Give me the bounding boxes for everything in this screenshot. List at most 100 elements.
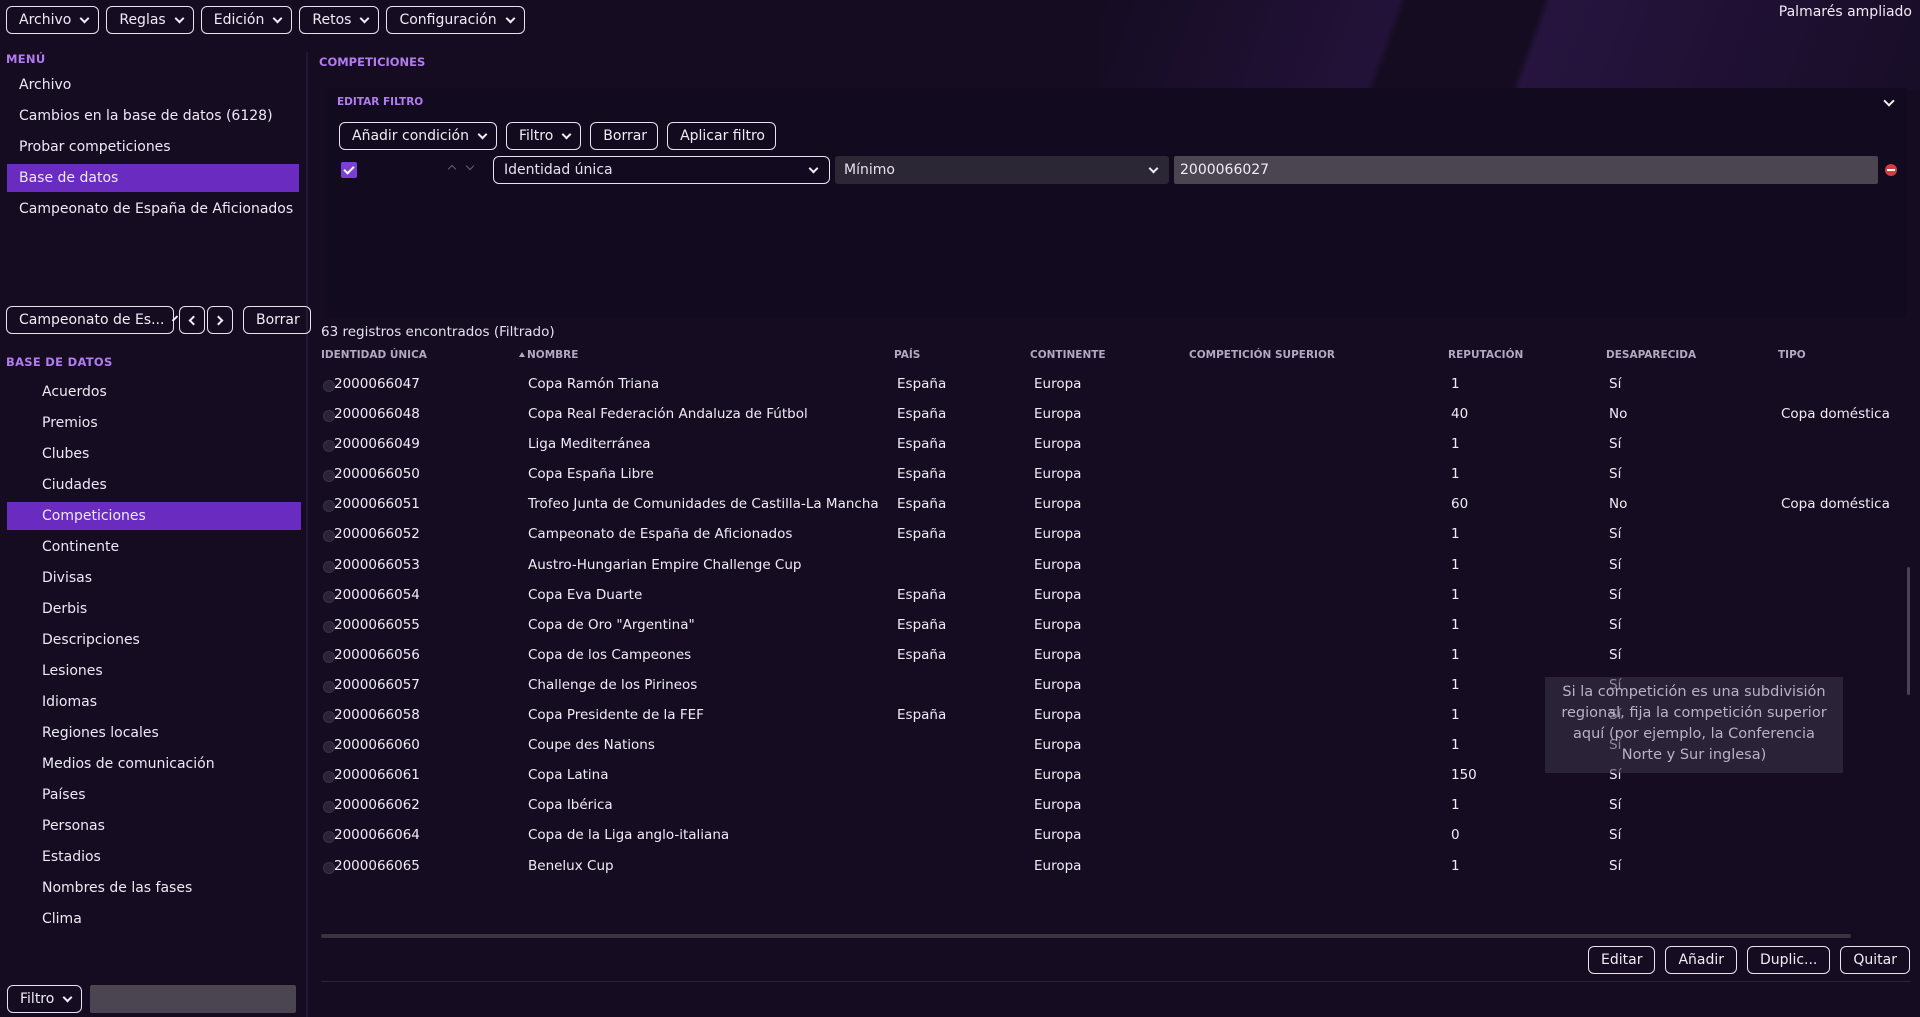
competition-selector[interactable]: Campeonato de Es... xyxy=(6,306,179,334)
table-row[interactable]: 2000066051 Trofeo Junta de Comunidades de… xyxy=(321,491,1911,521)
table-row[interactable]: 2000066056 Copa de los Campeones España Eur… xyxy=(321,642,1911,672)
sidebar-menu-item[interactable]: Archivo xyxy=(7,71,299,99)
sidebar-menu-item[interactable]: Probar competiciones xyxy=(7,133,299,161)
table-row[interactable]: 2000066048 Copa Real Federación Andaluza … xyxy=(321,401,1911,431)
button-label: Aplicar filtro xyxy=(680,128,765,144)
sidebar-db-item[interactable]: Ciudades xyxy=(7,471,301,499)
sidebar-db-item[interactable]: Medios de comunicación xyxy=(7,750,301,778)
table-row[interactable]: 2000066062 Copa Ibérica Europa 1 Sí xyxy=(321,792,1911,822)
sidebar-db-item[interactable]: Competiciones xyxy=(7,502,301,530)
table-row[interactable]: 2000066054 Copa Eva Duarte España Europa 1 Sí xyxy=(321,582,1911,612)
sidebar-db-item[interactable]: Clima xyxy=(7,905,301,933)
sidebar-db-item[interactable]: Estadios xyxy=(7,843,301,871)
table-cell: 1 xyxy=(1451,646,1460,663)
sort-asc-icon xyxy=(519,352,525,357)
sidebar-db-item[interactable]: Países xyxy=(7,781,301,809)
col-header-reputation[interactable]: REPUTACIÓN xyxy=(1448,349,1523,361)
chevron-down-icon xyxy=(62,992,73,1002)
clear-selector-button[interactable]: Borrar xyxy=(243,306,311,334)
apply-filter-button[interactable]: Aplicar filtro xyxy=(667,122,776,150)
table-cell: Copa España Libre xyxy=(528,466,654,483)
sidebar-db-item[interactable]: Descripciones xyxy=(7,626,301,654)
condition-value-input[interactable] xyxy=(1174,156,1878,184)
col-header-extinct[interactable]: DESAPARECIDA xyxy=(1606,349,1696,361)
sidebar-db-item[interactable]: Lesiones xyxy=(7,657,301,685)
records-count: 63 registros encontrados (Filtrado) xyxy=(321,324,555,340)
prev-button[interactable] xyxy=(179,306,205,334)
table-cell: No xyxy=(1609,406,1628,423)
table-cell: Europa xyxy=(1034,767,1082,784)
sidebar-db-item[interactable]: Nombres de las fases xyxy=(7,874,301,902)
menu-reglas[interactable]: Reglas xyxy=(106,6,194,34)
sidebar-db-item[interactable]: Acuerdos xyxy=(7,378,301,406)
condition-field-select[interactable]: Identidad única xyxy=(493,156,830,184)
menu-configuracion[interactable]: Configuración xyxy=(386,6,525,34)
table-cell: Copa Real Federación Andaluza de Fútbol xyxy=(528,406,808,423)
table-header: IDENTIDAD ÚNICA NOMBRE PAÍS CONTINENTE C… xyxy=(321,349,1911,365)
edit-button[interactable]: Editar xyxy=(1588,946,1656,974)
sidebar-db-item[interactable]: Continente xyxy=(7,533,301,561)
chevron-right-icon xyxy=(213,315,224,325)
table-cell: 0 xyxy=(1451,827,1460,844)
table-row[interactable]: 2000066053 Austro-Hungarian Empire Challe… xyxy=(321,552,1911,582)
table-row[interactable]: 2000066065 Benelux Cup Europa 1 Sí xyxy=(321,853,1911,883)
table-row[interactable]: 2000066047 Copa Ramón Triana España Europa 1… xyxy=(321,371,1911,401)
menu-label: Retos xyxy=(312,12,352,28)
sidebar-filter-dropdown[interactable]: Filtro xyxy=(7,985,83,1013)
next-button[interactable] xyxy=(207,306,233,334)
sidebar-db-item[interactable]: Premios xyxy=(7,409,301,437)
table-cell: Austro-Hungarian Empire Challenge Cup xyxy=(528,556,802,573)
duplicate-button[interactable]: Duplic... xyxy=(1747,946,1831,974)
menu-edicion[interactable]: Edición xyxy=(200,6,293,34)
sidebar-menu-item[interactable]: Campeonato de España de Aficionados xyxy=(7,195,299,223)
sidebar-menu-item[interactable]: Cambios en la base de datos (6128) xyxy=(7,102,299,130)
table-cell: 1 xyxy=(1451,526,1460,543)
sidebar-db-item[interactable]: Derbis xyxy=(7,595,301,623)
sidebar-db-item[interactable]: Clubes xyxy=(7,440,301,468)
sidebar-db-item[interactable]: Divisas xyxy=(7,564,301,592)
sidebar-db-item[interactable]: Personas xyxy=(7,812,301,840)
col-header-continent[interactable]: CONTINENTE xyxy=(1030,349,1106,361)
sidebar-db-item[interactable]: Regiones locales xyxy=(7,719,301,747)
add-button[interactable]: Añadir xyxy=(1665,946,1738,974)
table-cell: Europa xyxy=(1034,436,1082,453)
col-header-name[interactable]: NOMBRE xyxy=(519,349,578,361)
palmares-link[interactable]: Palmarés ampliado xyxy=(1779,4,1912,20)
table-cell: 150 xyxy=(1451,767,1477,784)
menu-archivo[interactable]: Archivo xyxy=(6,6,100,34)
button-label: Borrar xyxy=(256,312,300,328)
col-header-id[interactable]: IDENTIDAD ÚNICA xyxy=(321,349,427,361)
col-header-country[interactable]: PAÍS xyxy=(894,349,920,361)
menu-retos[interactable]: Retos xyxy=(299,6,380,34)
vertical-scrollbar[interactable] xyxy=(1907,567,1910,695)
condition-operator-select[interactable]: Mínimo xyxy=(835,156,1169,184)
table-cell: España xyxy=(897,616,947,633)
sidebar-menu-item[interactable]: Base de datos xyxy=(7,164,299,192)
table-row[interactable]: 2000066049 Liga Mediterránea España Europa 1… xyxy=(321,431,1911,461)
table-row[interactable]: 2000066052 Campeonato de España de Aficio… xyxy=(321,521,1911,551)
remove-condition-icon[interactable] xyxy=(1885,164,1897,176)
filter-dropdown[interactable]: Filtro xyxy=(505,122,582,150)
table-cell: 2000066050 xyxy=(334,466,420,483)
table-row[interactable]: 2000066050 Copa España Libre España Europa 1… xyxy=(321,461,1911,491)
add-condition-button[interactable]: Añadir condición xyxy=(339,122,497,150)
table-cell: 2000066061 xyxy=(334,767,420,784)
col-header-parent[interactable]: COMPETICIÓN SUPERIOR xyxy=(1189,349,1335,361)
table-cell: 40 xyxy=(1451,406,1469,423)
table-cell: Sí xyxy=(1609,827,1622,844)
col-header-type[interactable]: TIPO xyxy=(1778,349,1806,361)
clear-filter-button[interactable]: Borrar xyxy=(590,122,659,150)
chevron-down-icon[interactable] xyxy=(1883,95,1895,107)
filter-condition-row: Identidad única Mínimo xyxy=(339,154,1907,184)
table-row[interactable]: 2000066064 Copa de la Liga anglo-italiana… xyxy=(321,822,1911,852)
horizontal-scrollbar[interactable] xyxy=(321,934,1851,938)
sidebar-search-input[interactable] xyxy=(90,985,297,1013)
condition-checkbox[interactable] xyxy=(341,162,357,178)
table-row[interactable]: 2000066055 Copa de Oro "Argentina" España E… xyxy=(321,612,1911,642)
chevron-up-icon[interactable] xyxy=(447,164,457,174)
chevron-down-icon xyxy=(505,13,516,23)
chevron-down-icon[interactable] xyxy=(465,161,475,171)
table-cell: Sí xyxy=(1609,526,1622,543)
remove-button[interactable]: Quitar xyxy=(1840,946,1910,974)
sidebar-db-item[interactable]: Idiomas xyxy=(7,688,301,716)
